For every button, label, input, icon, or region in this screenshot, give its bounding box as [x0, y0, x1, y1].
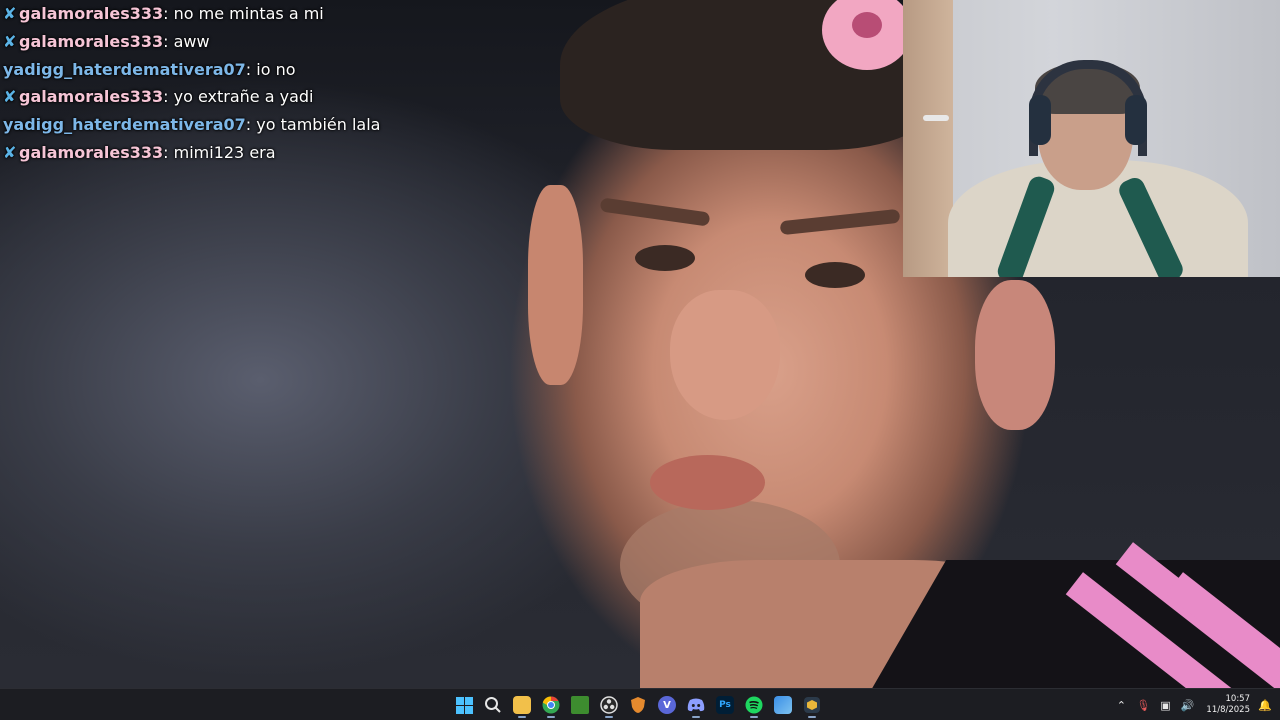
obs-icon [600, 696, 618, 714]
chat-username: galamorales333 [19, 4, 164, 23]
chat-username: yadigg_haterdemativera07 [3, 59, 246, 79]
chevron-up-icon[interactable]: ⌃ [1114, 699, 1128, 712]
taskbar: V Ps ⌃ 🎙 ▣ 🔊 10:57 11/8/2025 🔔 [0, 688, 1280, 720]
chat-username: galamorales333 [19, 31, 164, 51]
photoshop-icon: Ps [716, 696, 734, 714]
shield-app-icon [631, 697, 645, 713]
photos-button[interactable] [771, 692, 795, 718]
spotify-button[interactable] [742, 692, 766, 718]
subject-ear-right [975, 280, 1055, 430]
chat-message: ✘ galamorales333: no me mintas a mi [3, 0, 563, 28]
moderator-badge-icon: ✘ [3, 87, 17, 107]
spotify-icon [745, 696, 763, 714]
search-icon [485, 697, 501, 713]
subject-brow-left [599, 197, 711, 227]
game-app-button[interactable] [800, 692, 824, 718]
chat-message: yadigg_haterdemativera07: yo también lal… [3, 115, 381, 135]
microphone-icon[interactable]: 🎙 [1136, 699, 1150, 712]
subject-brow-right [779, 208, 901, 236]
network-icon[interactable]: ▣ [1158, 699, 1172, 712]
notification-bell-icon[interactable]: 🔔 [1258, 699, 1272, 712]
headset-cup-left [1029, 95, 1051, 145]
moderator-badge-icon: ✘ [3, 31, 17, 51]
webcam-door-handle [923, 115, 949, 121]
chat-username: yadigg_haterdemativera07 [3, 115, 246, 135]
clock[interactable]: 10:57 11/8/2025 [1206, 694, 1250, 716]
game-app-icon [804, 697, 820, 713]
moderator-badge-icon: ✘ [3, 4, 17, 23]
chat-message: ✘ galamorales333: yo extrañe a yadi [3, 83, 563, 111]
webcam-door [903, 0, 953, 277]
taskbar-apps: V Ps [452, 692, 824, 718]
chat-message: ✘ galamorales333: mimi123 era [3, 139, 563, 167]
subject-eye-right [805, 262, 865, 288]
system-tray: ⌃ 🎙 ▣ 🔊 10:57 11/8/2025 🔔 [1114, 689, 1272, 720]
vpn-button[interactable]: V [655, 692, 679, 718]
chat-username: galamorales333 [19, 142, 164, 162]
chat-text: aww [173, 31, 210, 51]
clock-date: 11/8/2025 [1206, 705, 1250, 715]
chat-text: io no [256, 59, 296, 79]
discord-icon [687, 698, 705, 712]
discord-button[interactable] [684, 692, 708, 718]
windows-logo-icon [455, 696, 473, 714]
start-button[interactable] [452, 692, 476, 718]
chat-overlay: ✘ galamorales333: no me mintas a mi ✘ gala… [3, 0, 563, 167]
file-explorer-button[interactable] [510, 692, 534, 718]
shield-app-button[interactable] [626, 692, 650, 718]
chat-text: mimi123 era [173, 142, 276, 162]
chrome-button[interactable] [539, 692, 563, 718]
chat-text: yo también lala [256, 115, 381, 135]
headset-cup-right [1125, 95, 1147, 145]
chat-username: galamorales333 [19, 87, 164, 107]
chrome-icon [542, 696, 560, 714]
vpn-icon: V [658, 696, 676, 714]
subject-mouth [650, 455, 765, 510]
chat-message: ✘ galamorales333: aww [3, 28, 563, 56]
webcam-overlay [903, 0, 1280, 277]
minecraft-icon [571, 696, 589, 714]
photos-icon [774, 696, 792, 714]
chat-message: yadigg_haterdemativera07: io no [3, 59, 296, 79]
obs-button[interactable] [597, 692, 621, 718]
photoshop-button[interactable]: Ps [713, 692, 737, 718]
search-button[interactable] [481, 692, 505, 718]
chat-text: no me mintas a mi [173, 4, 324, 23]
volume-icon[interactable]: 🔊 [1180, 699, 1195, 712]
subject-eye-left [635, 245, 695, 271]
folder-icon [513, 696, 531, 714]
clock-time: 10:57 [1225, 694, 1251, 704]
moderator-badge-icon: ✘ [3, 142, 17, 162]
chat-text: yo extrañe a yadi [173, 87, 314, 107]
subject-ear-left [528, 185, 583, 385]
minecraft-button[interactable] [568, 692, 592, 718]
subject-nose [670, 290, 780, 420]
